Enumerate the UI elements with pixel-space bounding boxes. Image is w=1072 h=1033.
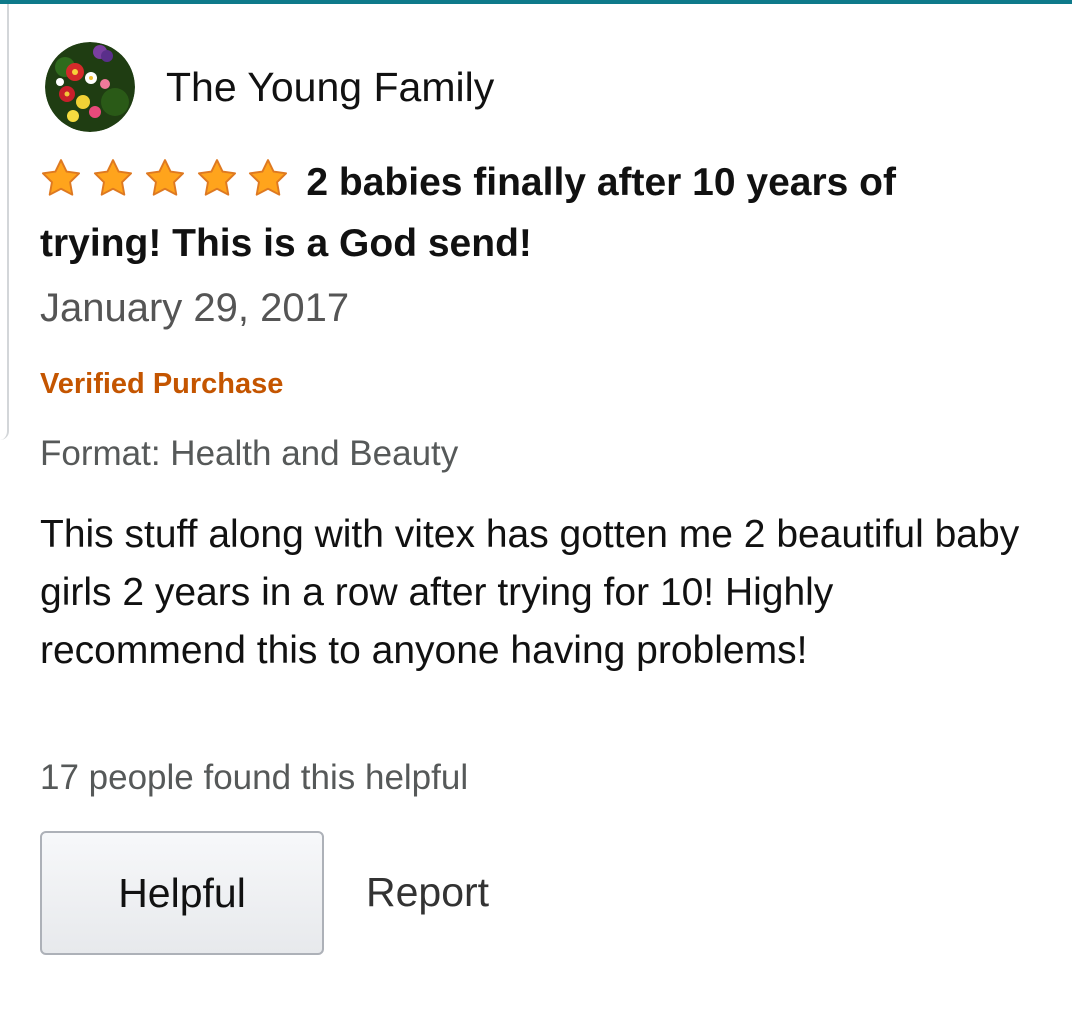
star-icon (247, 158, 289, 198)
star-icon (196, 158, 238, 198)
star-rating (40, 157, 288, 215)
product-format: Format: Health and Beauty (40, 434, 459, 473)
helpful-button[interactable]: Helpful (40, 831, 324, 955)
reviewer-profile[interactable]: The Young Family (45, 42, 494, 132)
review-date: January 29, 2017 (40, 286, 350, 330)
thread-guide-line (0, 4, 9, 440)
star-icon (144, 158, 186, 198)
avatar[interactable] (45, 42, 135, 132)
verified-purchase-badge: Verified Purchase (40, 368, 284, 400)
report-link[interactable]: Report (366, 866, 489, 918)
review-body: This stuff along with vitex has gotten m… (40, 513, 1020, 672)
reviewer-name[interactable]: The Young Family (166, 63, 494, 111)
top-accent-rule (0, 0, 1072, 4)
star-icon (92, 158, 134, 198)
review-title[interactable]: 2 babies finally after 10 years of tryin… (40, 154, 1020, 273)
helpful-count: 17 people found this helpful (40, 758, 469, 797)
star-icon (40, 158, 82, 198)
